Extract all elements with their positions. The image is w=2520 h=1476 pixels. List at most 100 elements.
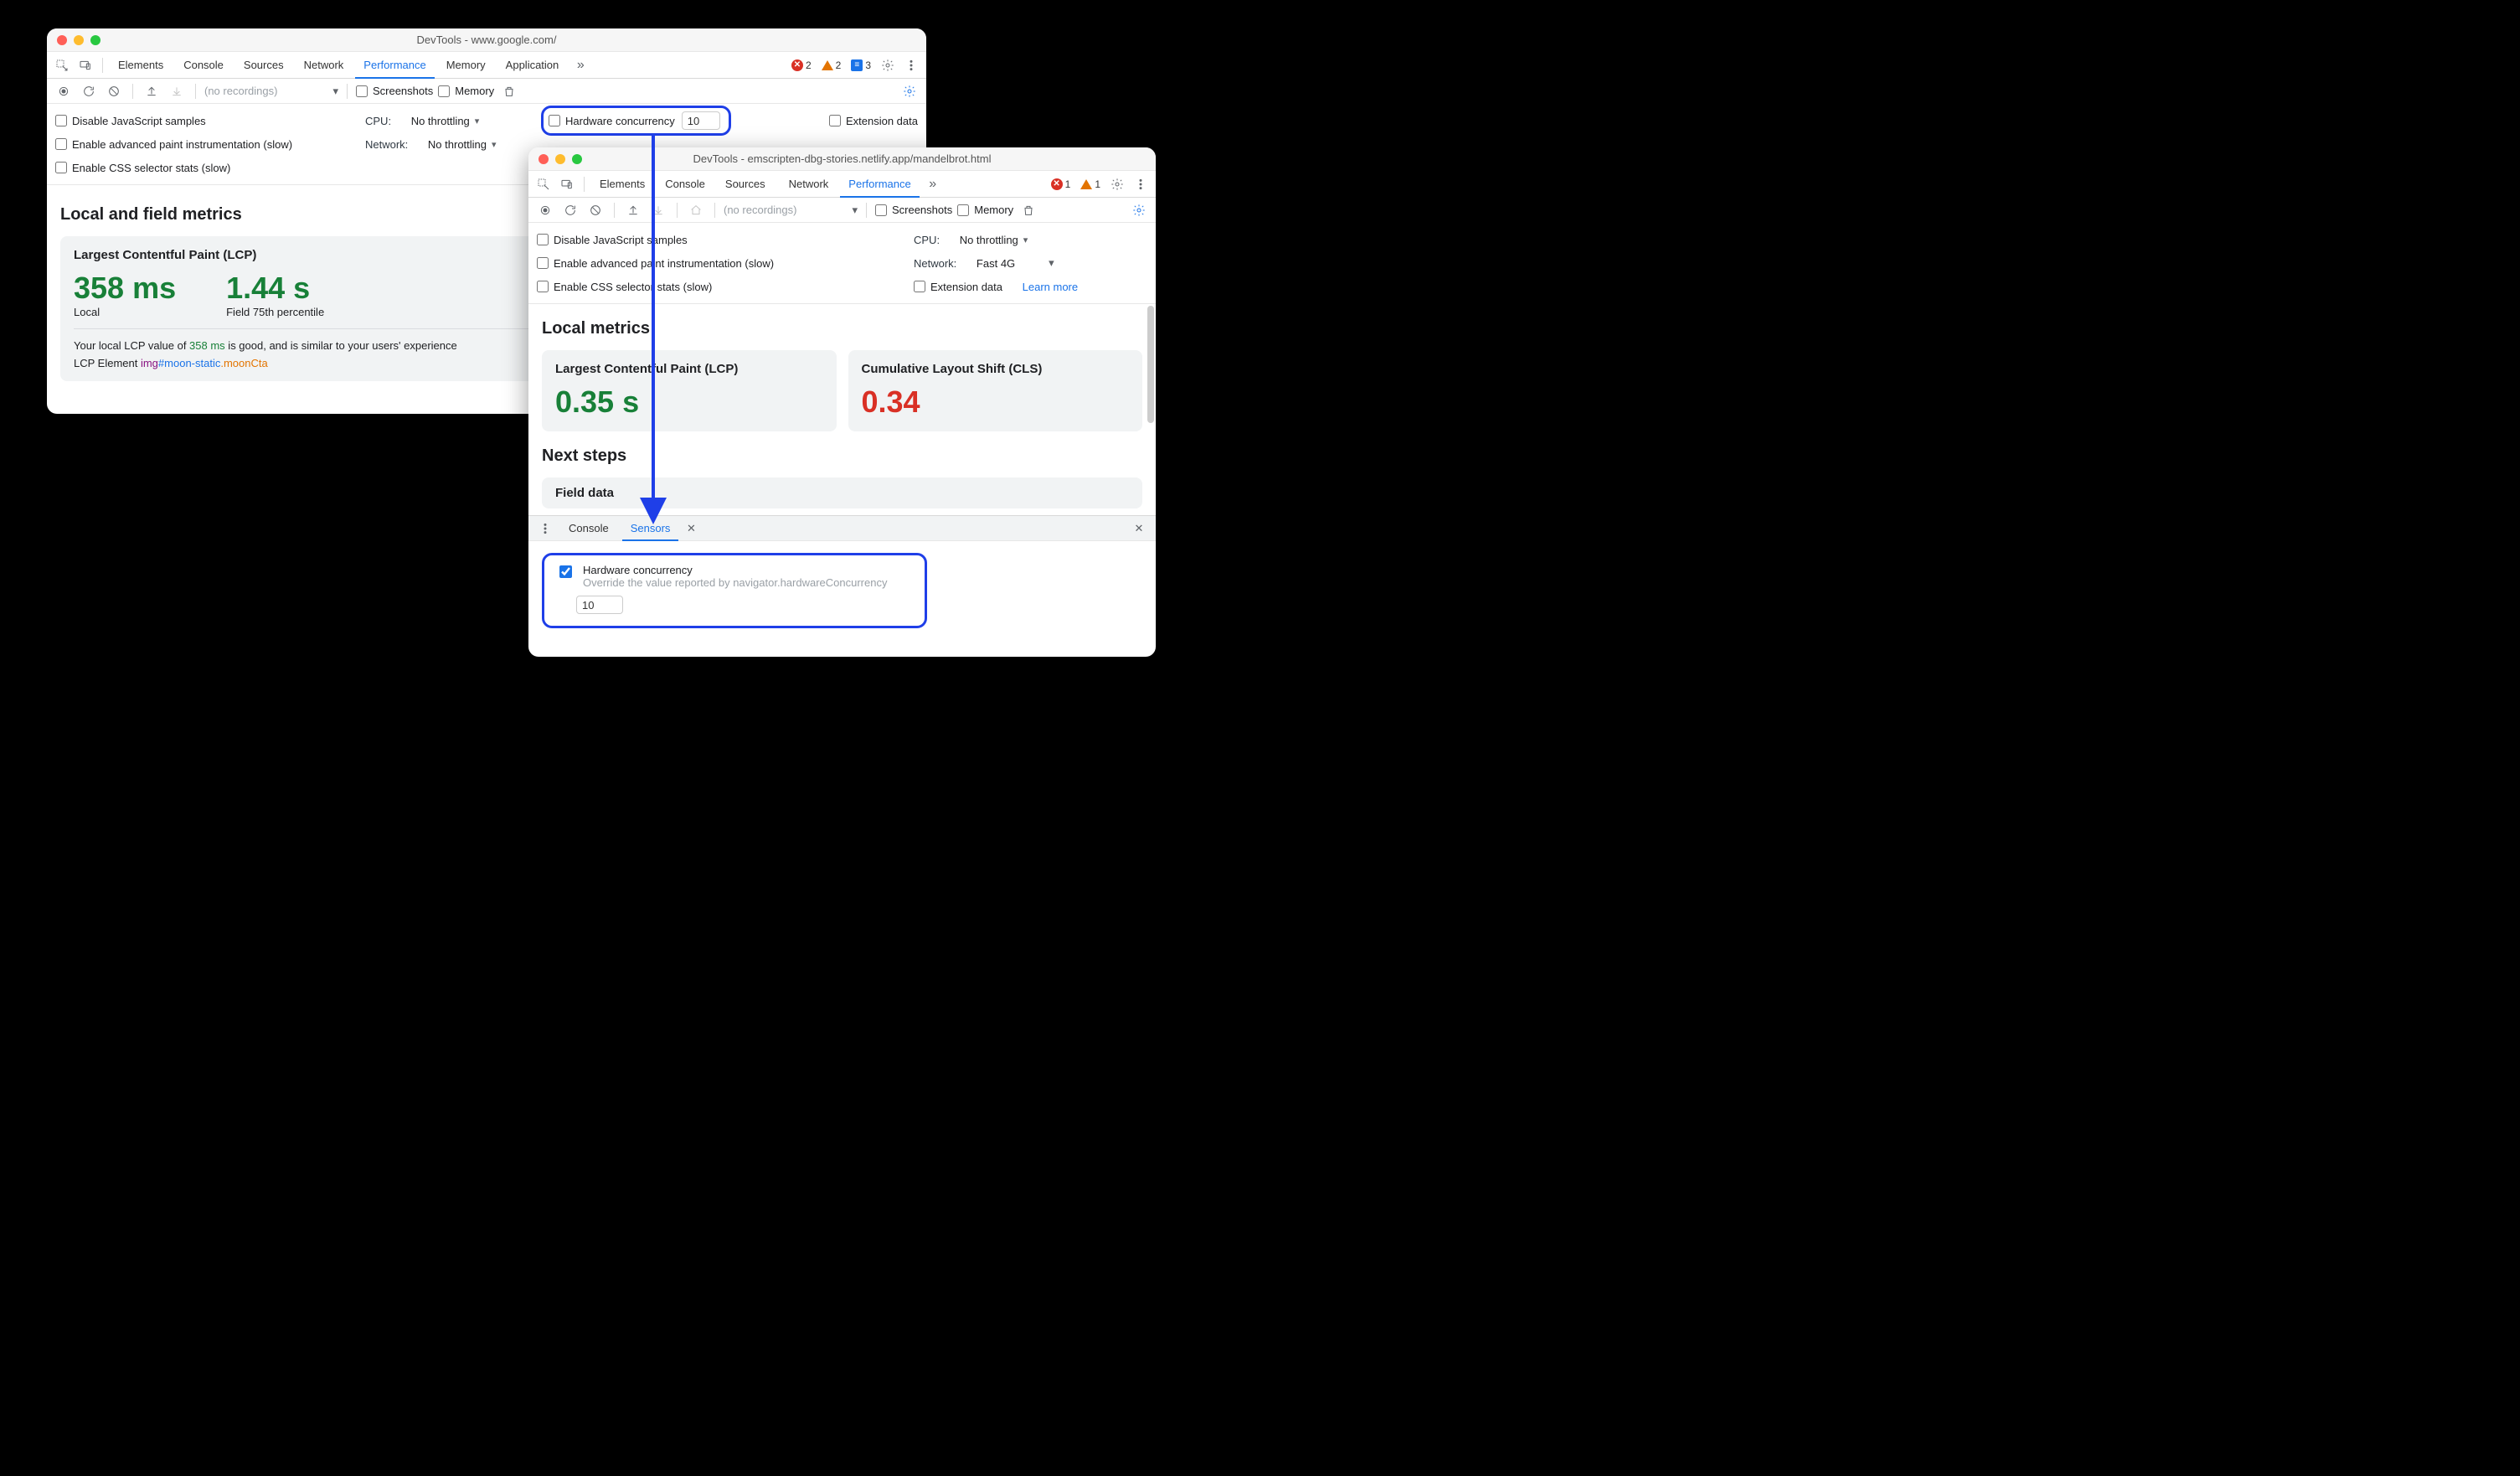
disable-js-check[interactable]: Disable JavaScript samples <box>537 234 688 246</box>
window-title: DevTools - www.google.com/ <box>47 34 926 46</box>
tab-console[interactable]: Console <box>175 52 232 79</box>
errors-badge[interactable]: ✕2 <box>788 59 815 71</box>
perf-settings-icon[interactable] <box>899 81 920 101</box>
device-icon[interactable] <box>557 174 577 194</box>
memory-check[interactable]: Memory <box>957 204 1013 216</box>
screenshots-check[interactable]: Screenshots <box>356 85 433 97</box>
settings-icon[interactable] <box>878 55 898 75</box>
errors-badge[interactable]: ✕1 <box>1048 178 1074 190</box>
inspect-icon[interactable] <box>533 174 554 194</box>
messages-badge[interactable]: ≡3 <box>848 59 874 71</box>
cpu-select[interactable]: No throttling <box>960 234 1028 246</box>
extension-data-check[interactable]: Extension data <box>829 115 918 127</box>
recordings-select[interactable]: (no recordings) <box>724 204 796 216</box>
close-dot[interactable] <box>57 35 67 45</box>
hw-concurrency-input[interactable] <box>682 111 720 130</box>
sensors-body: Hardware concurrency Override the value … <box>528 541 1156 645</box>
learn-more-link[interactable]: Learn more <box>1023 281 1078 293</box>
hw-concurrency-label: Hardware concurrency <box>583 564 887 576</box>
field-data-title: Field data <box>555 486 1129 500</box>
close-dot[interactable] <box>539 154 549 164</box>
gc-icon[interactable] <box>1018 200 1038 220</box>
kebab-icon[interactable] <box>901 55 921 75</box>
record-icon[interactable] <box>54 81 74 101</box>
record-icon[interactable] <box>535 200 555 220</box>
perf-toolbar: (no recordings) ▾ Screenshots Memory <box>528 198 1156 223</box>
lcp-value: 0.35 s <box>555 384 823 420</box>
minimize-dot[interactable] <box>555 154 565 164</box>
hw-concurrency-desc: Override the value reported by navigator… <box>583 576 887 589</box>
warnings-badge[interactable]: 2 <box>818 59 845 71</box>
reload-record-icon[interactable] <box>79 81 99 101</box>
more-tabs-icon[interactable]: » <box>923 174 943 194</box>
css-stats-check[interactable]: Enable CSS selector stats (slow) <box>537 281 712 293</box>
lcp-field-value: 1.44 s <box>226 271 324 306</box>
cpu-label: CPU: <box>365 115 391 127</box>
cpu-select[interactable]: No throttling <box>411 115 480 127</box>
upload-icon[interactable] <box>623 200 643 220</box>
screenshots-check[interactable]: Screenshots <box>875 204 952 216</box>
css-stats-check[interactable]: Enable CSS selector stats (slow) <box>55 162 230 174</box>
metrics-heading: Local metrics <box>542 319 1142 338</box>
lcp-title: Largest Contentful Paint (LCP) <box>555 362 823 376</box>
warnings-badge[interactable]: 1 <box>1077 178 1104 190</box>
hw-concurrency-input[interactable] <box>576 596 623 614</box>
hw-concurrency-check[interactable]: Hardware concurrency <box>549 115 675 127</box>
tab-sources[interactable]: Sources <box>235 52 292 79</box>
cls-value: 0.34 <box>862 384 1130 420</box>
lcp-local-value: 358 ms <box>74 271 176 306</box>
home-icon[interactable] <box>686 200 706 220</box>
recordings-select[interactable]: (no recordings) <box>204 85 277 97</box>
extension-data-check[interactable]: Extension data <box>914 281 1002 293</box>
perf-options: Disable JavaScript samples CPU: No throt… <box>528 223 1156 304</box>
device-icon[interactable] <box>75 55 95 75</box>
download-icon[interactable] <box>648 200 668 220</box>
scrollbar[interactable] <box>1147 306 1154 423</box>
tab-performance[interactable]: Performance <box>355 52 434 79</box>
settings-icon[interactable] <box>1107 174 1127 194</box>
clear-icon[interactable] <box>585 200 606 220</box>
download-icon[interactable] <box>167 81 187 101</box>
reload-record-icon[interactable] <box>560 200 580 220</box>
main-tabs: Elements Console Sources Network Perform… <box>528 171 1156 198</box>
tab-network[interactable]: Network <box>296 52 353 79</box>
minimize-dot[interactable] <box>74 35 84 45</box>
cls-title: Cumulative Layout Shift (CLS) <box>862 362 1130 376</box>
network-select[interactable]: Fast 4G <box>977 257 1015 270</box>
gc-icon[interactable] <box>499 81 519 101</box>
network-label: Network: <box>914 257 956 270</box>
drawer-tab-console[interactable]: Console <box>560 516 617 541</box>
hardware-concurrency-highlight-2: Hardware concurrency Override the value … <box>542 553 927 628</box>
tab-application[interactable]: Application <box>497 52 568 79</box>
tab-network[interactable]: Network <box>777 171 837 198</box>
adv-paint-check[interactable]: Enable advanced paint instrumentation (s… <box>537 257 774 270</box>
drawer-kebab-icon[interactable] <box>535 519 555 539</box>
close-tab-icon[interactable]: ✕ <box>683 519 698 539</box>
close-drawer-icon[interactable]: ✕ <box>1129 519 1149 539</box>
kebab-icon[interactable] <box>1131 174 1151 194</box>
memory-check[interactable]: Memory <box>438 85 494 97</box>
lcp-field-label: Field 75th percentile <box>226 306 324 318</box>
perf-settings-icon[interactable] <box>1129 200 1149 220</box>
network-select[interactable]: No throttling <box>428 138 497 151</box>
tab-sources[interactable]: Sources <box>717 171 774 198</box>
inspect-icon[interactable] <box>52 55 72 75</box>
adv-paint-check[interactable]: Enable advanced paint instrumentation (s… <box>55 138 292 151</box>
upload-icon[interactable] <box>142 81 162 101</box>
tab-elements[interactable]: Elements <box>591 171 653 198</box>
clear-icon[interactable] <box>104 81 124 101</box>
maximize-dot[interactable] <box>572 154 582 164</box>
more-tabs-icon[interactable]: » <box>570 55 590 75</box>
maximize-dot[interactable] <box>90 35 100 45</box>
drawer-tabs: Console Sensors ✕ ✕ <box>528 516 1156 541</box>
tab-performance[interactable]: Performance <box>840 171 919 198</box>
tab-console[interactable]: Console <box>657 171 714 198</box>
hw-concurrency-check[interactable] <box>559 565 572 578</box>
tab-memory[interactable]: Memory <box>438 52 494 79</box>
titlebar: DevTools - www.google.com/ <box>47 28 926 52</box>
tab-elements[interactable]: Elements <box>110 52 172 79</box>
lcp-local-label: Local <box>74 306 176 318</box>
network-label: Network: <box>365 138 408 151</box>
drawer-tab-sensors[interactable]: Sensors <box>622 516 679 541</box>
disable-js-check[interactable]: Disable JavaScript samples <box>55 115 206 127</box>
